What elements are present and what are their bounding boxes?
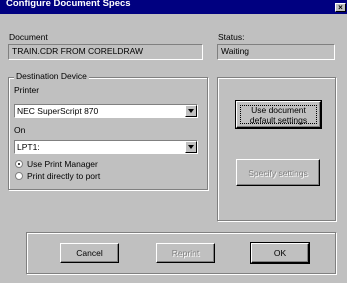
ok-label: OK [273, 248, 287, 258]
use-default-line1: Use document [251, 105, 306, 115]
port-value: LPT1: [17, 142, 40, 152]
use-print-manager-radio[interactable] [15, 160, 23, 168]
configure-document-specs-dialog: Configure Document Specs × Document TRAI… [0, 0, 352, 283]
status-value: Waiting [221, 46, 250, 56]
status-field: Waiting [217, 44, 335, 60]
print-directly-radio[interactable] [15, 172, 23, 180]
destination-device-title: Destination Device [14, 71, 89, 81]
specify-settings-label: Specify settings [248, 168, 308, 178]
screen-edge [347, 0, 352, 283]
specify-settings-button[interactable]: Specify settings [236, 159, 320, 186]
printer-value: NEC SuperScript 870 [17, 106, 99, 116]
status-label: Status: [218, 32, 245, 42]
chevron-down-icon[interactable] [185, 141, 197, 153]
cancel-button[interactable]: Cancel [60, 243, 119, 263]
reprint-button[interactable]: Reprint [156, 243, 215, 263]
port-label: On [14, 125, 26, 135]
cancel-label: Cancel [76, 248, 103, 258]
print-directly-label[interactable]: Print directly to port [27, 171, 100, 181]
document-field: TRAIN.CDR FROM CORELDRAW [8, 44, 203, 60]
port-select[interactable]: LPT1: [14, 140, 198, 154]
printer-label: Printer [14, 85, 40, 95]
ok-button[interactable]: OK [250, 242, 310, 264]
settings-group [217, 77, 336, 221]
printer-select[interactable]: NEC SuperScript 870 [14, 104, 198, 118]
use-default-line2: default settings [249, 115, 308, 125]
chevron-down-icon[interactable] [185, 105, 197, 117]
document-label: Document [9, 32, 48, 42]
close-icon: × [338, 3, 343, 12]
use-document-default-settings-button[interactable]: Use document default settings [235, 100, 322, 129]
use-print-manager-label[interactable]: Use Print Manager [27, 159, 98, 169]
reprint-label: Reprint [171, 248, 200, 258]
close-button[interactable]: × [335, 3, 346, 12]
dialog-title: Configure Document Specs [6, 0, 131, 9]
document-value: TRAIN.CDR FROM CORELDRAW [12, 46, 143, 56]
title-bar[interactable]: Configure Document Specs × [0, 0, 348, 14]
